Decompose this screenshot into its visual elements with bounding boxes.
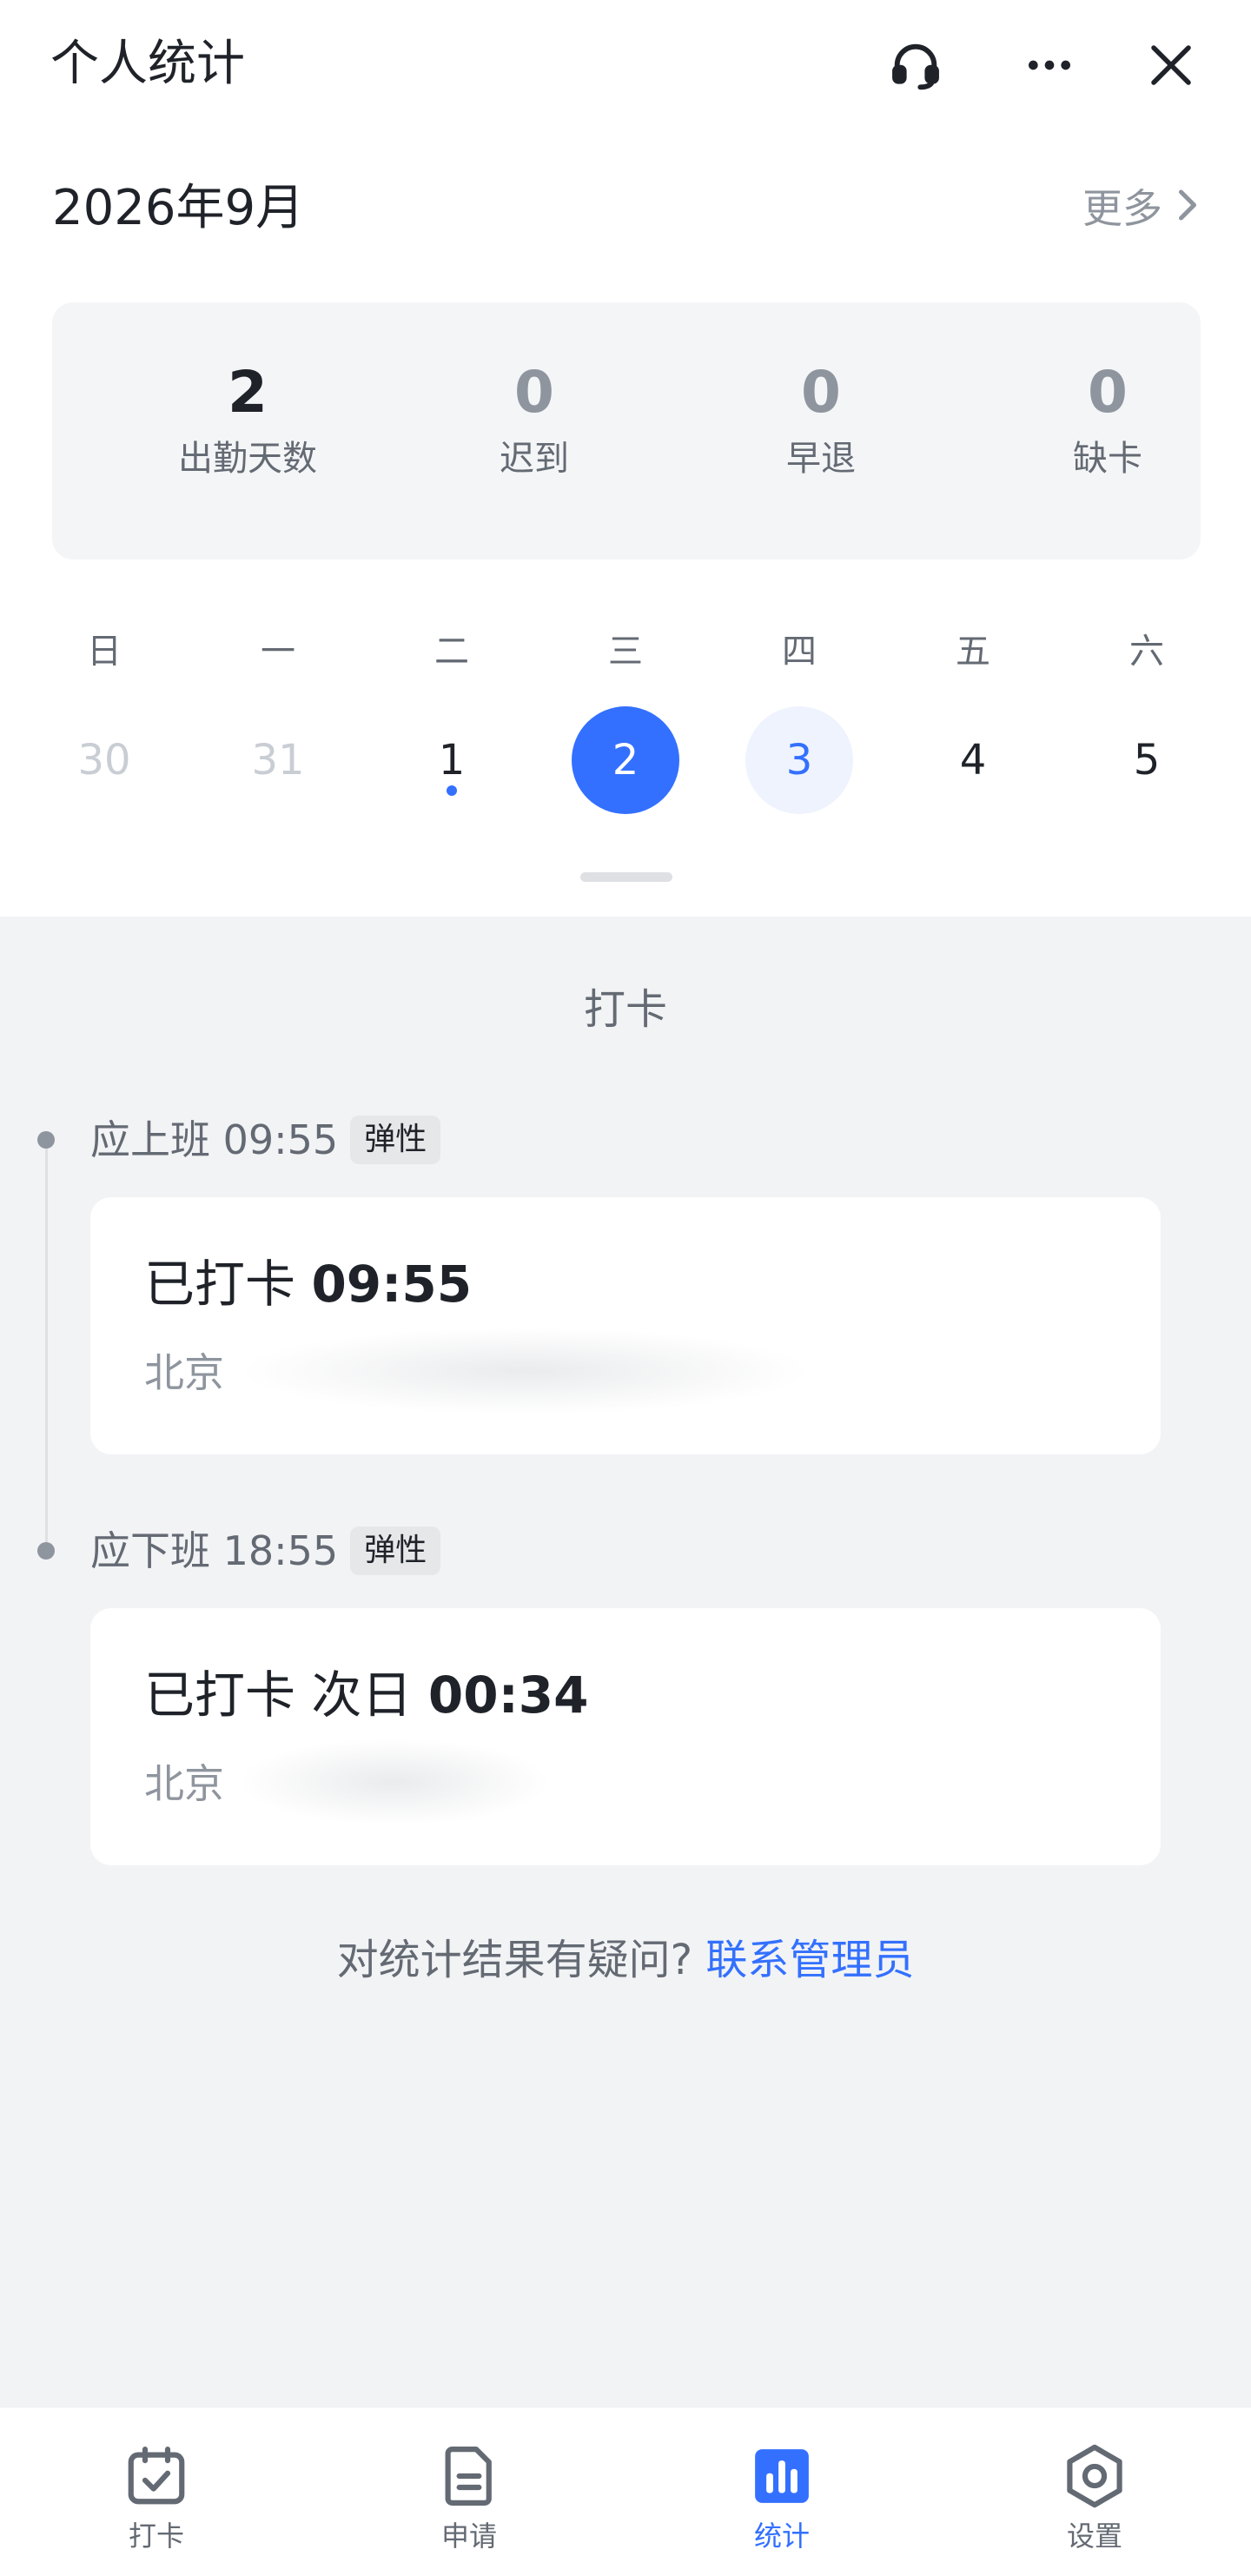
tab-label: 申请 — [440, 2520, 497, 2553]
weekday-label: 六 — [1129, 632, 1164, 672]
section-title: 打卡 — [583, 985, 667, 1034]
punch-card-end[interactable]: 已打卡 次日 00:34 北京 — [90, 1608, 1161, 1865]
weekday-label: 二 — [434, 632, 469, 672]
flexible-badge: 弹性 — [350, 1526, 441, 1575]
calendar-day[interactable]: 30 — [50, 706, 158, 814]
tab-label: 打卡 — [128, 2520, 184, 2553]
stat-label: 迟到 — [500, 439, 569, 479]
punch-card-start[interactable]: 已打卡 09:55 北京 — [90, 1197, 1161, 1454]
help-question: 对统计结果有疑问? — [336, 1936, 693, 1984]
stat-late[interactable]: 0 迟到 — [391, 358, 678, 483]
timeline-dot — [37, 1131, 55, 1149]
tab-label: 统计 — [753, 2520, 810, 2553]
contact-admin-link[interactable]: 联系管理员 — [705, 1936, 914, 1984]
chevron-right-icon — [1175, 181, 1201, 236]
tab-statistics[interactable]: 统计 — [626, 2407, 938, 2576]
stat-early-leave[interactable]: 0 早退 — [678, 358, 964, 483]
punch-location: 北京 — [144, 1760, 224, 1807]
stat-label: 缺卡 — [1073, 439, 1142, 479]
shift-label-start: 应上班 09:55 弹性 — [90, 1112, 441, 1168]
weekday-label: 三 — [608, 632, 643, 672]
punch-time: 00:34 — [427, 1665, 589, 1725]
punch-status: 已打卡 次日 — [144, 1665, 413, 1725]
month-title: 2026年9月 — [52, 180, 305, 236]
headset-icon[interactable] — [881, 30, 950, 100]
bottom-tab-bar: 打卡 申请 统计 设置 — [0, 2407, 1251, 2576]
shift-time: 应下班 18:55 — [90, 1527, 339, 1574]
tab-punch[interactable]: 打卡 — [0, 2407, 313, 2576]
stat-value: 0 — [514, 359, 554, 426]
timeline-dot — [37, 1542, 55, 1560]
help-text: 对统计结果有疑问? 联系管理员 — [0, 1930, 1251, 1990]
calendar-day[interactable]: 5 — [1093, 706, 1201, 814]
punch-location: 北京 — [144, 1349, 224, 1396]
page-title: 个人统计 — [50, 36, 245, 92]
stat-value: 2 — [228, 359, 268, 426]
more-link[interactable]: 更多 — [1082, 181, 1201, 236]
punch-title: 已打卡 次日 00:34 — [144, 1662, 589, 1728]
weekday-label: 四 — [782, 632, 817, 672]
more-icon[interactable] — [1015, 30, 1084, 100]
stat-label: 早退 — [786, 439, 856, 479]
tab-settings[interactable]: 设置 — [938, 2407, 1251, 2576]
location-redaction — [238, 1738, 551, 1825]
calendar-check-icon — [122, 2442, 190, 2510]
stat-value: 0 — [1088, 359, 1128, 426]
stat-label: 出勤天数 — [178, 439, 317, 479]
stat-value: 0 — [801, 359, 841, 426]
gear-icon — [1061, 2442, 1129, 2510]
timeline-line — [45, 1140, 48, 1552]
weekday-label: 五 — [956, 632, 990, 672]
flexible-badge: 弹性 — [350, 1116, 441, 1164]
bar-chart-icon — [748, 2442, 816, 2510]
drag-handle[interactable] — [580, 872, 672, 882]
punch-status: 已打卡 — [144, 1255, 296, 1314]
top-panel: 个人统计 2026年9月 更多 2 出勤天数 0 迟到 0 早退 0 缺卡 日 … — [0, 0, 1251, 917]
tab-label: 设置 — [1066, 2520, 1122, 2553]
shift-time: 应上班 09:55 — [90, 1116, 339, 1163]
close-icon[interactable] — [1136, 30, 1206, 100]
stat-missing-punch[interactable]: 0 缺卡 — [964, 358, 1251, 483]
attendance-summary-card: 2 出勤天数 0 迟到 0 早退 0 缺卡 — [52, 302, 1201, 560]
month-row: 2026年9月 更多 — [0, 165, 1251, 252]
tab-apply[interactable]: 申请 — [313, 2407, 626, 2576]
calendar-day-today[interactable]: 3 — [745, 706, 853, 814]
calendar-day[interactable]: 31 — [224, 706, 332, 814]
calendar-day[interactable]: 1 — [398, 706, 506, 814]
header: 个人统计 — [0, 0, 1251, 130]
punch-record-dot — [447, 785, 457, 796]
punch-title: 已打卡 09:55 — [144, 1251, 472, 1317]
shift-label-end: 应下班 18:55 弹性 — [90, 1523, 441, 1579]
calendar-day-selected[interactable]: 2 — [572, 706, 679, 814]
weekday-label: 日 — [87, 632, 122, 672]
weekday-label: 一 — [261, 632, 295, 672]
more-label: 更多 — [1082, 185, 1162, 232]
punch-time: 09:55 — [311, 1255, 473, 1314]
location-redaction — [238, 1328, 811, 1414]
document-icon — [435, 2442, 503, 2510]
stat-attendance-days[interactable]: 2 出勤天数 — [104, 358, 391, 483]
calendar-day[interactable]: 4 — [919, 706, 1027, 814]
